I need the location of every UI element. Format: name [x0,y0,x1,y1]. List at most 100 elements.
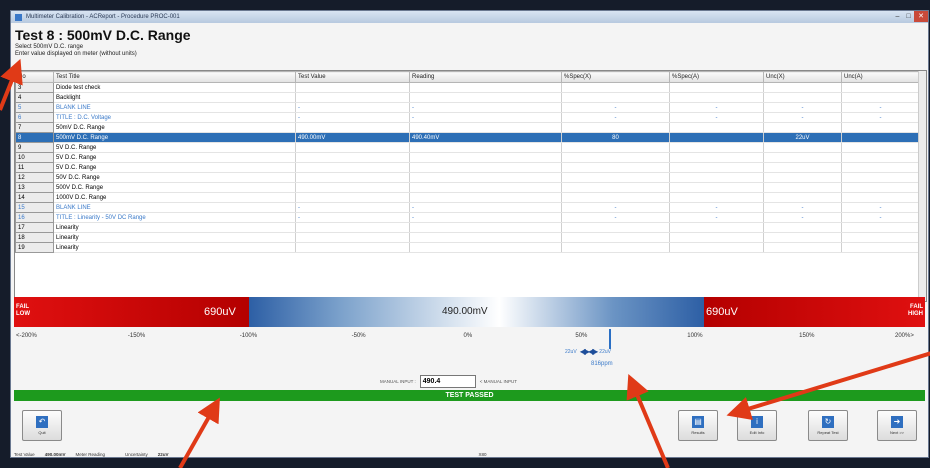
cell-unc-x [763,232,842,243]
results-button[interactable]: ▤ Results [678,410,718,441]
window-title: Multimeter Calibration - ACReport - Proc… [26,14,180,20]
table-row[interactable]: 3 Diode test check [15,82,920,93]
cell-test-title: Linearity [53,232,296,243]
column-header-test-value[interactable]: Test Value [295,71,410,83]
column-header-spec-x[interactable]: %Spec(X) [561,71,670,83]
manual-input-label: MANUAL INPUT : [380,379,416,384]
column-header-test-title[interactable]: Test Title [53,71,296,83]
cell-test-title: 50mV D.C. Range [53,122,296,133]
table-row[interactable]: 13 500V D.C. Range [15,182,920,193]
table-scrollbar[interactable] [918,71,926,301]
cell-spec-x: - [561,112,670,123]
cell-unc-x [763,192,842,203]
cell-test-title: 5V D.C. Range [53,142,296,153]
cell-reading [409,92,562,103]
cell-spec-x [561,192,670,203]
reading-marker [609,329,611,349]
cell-unc-a: - [841,212,920,223]
cell-reading [409,182,562,193]
cell-spec-x [561,232,670,243]
quit-button[interactable]: ↶ Quit [22,410,62,441]
column-header-unc-x[interactable]: Unc(X) [763,71,842,83]
window-controls: – □ ✕ [892,11,928,23]
table-row[interactable]: 17 Linearity [15,222,920,233]
cell-test-title: 1000V D.C. Range [53,192,296,203]
repeat-test-button[interactable]: ↻ Repeat Test [808,410,848,441]
cell-reading: - [409,212,562,223]
cell-no: 5 [15,102,54,113]
cell-test-title: 5V D.C. Range [53,162,296,173]
cell-test-value [295,122,410,133]
next-button[interactable]: ➜ Next >> [877,410,917,441]
cell-unc-x [763,142,842,153]
manual-input-field[interactable]: 490.4 [419,375,476,388]
cell-unc-x [763,152,842,163]
status-test-value-label: Test Value [14,452,35,457]
cell-spec-x [561,162,670,173]
table-header: No Test Title Test Value Reading %Spec(X… [15,71,920,83]
cell-unc-a [841,132,920,143]
cell-spec-a [669,82,764,93]
cell-unc-a [841,172,920,183]
cell-reading [409,142,562,153]
cell-unc-a [841,242,920,253]
cell-spec-a [669,172,764,183]
table-row[interactable]: 5 BLANK LINE - - - - - - [15,102,920,113]
table-row[interactable]: 7 50mV D.C. Range [15,122,920,133]
scale-tick-label: 200%> [895,333,914,339]
table-row[interactable]: 18 Linearity [15,232,920,243]
title-bar[interactable]: Multimeter Calibration - ACReport - Proc… [11,11,928,23]
results-icon: ▤ [692,416,704,428]
cell-test-value: 490.00mV [295,132,410,143]
tolerance-plus: 22uV [599,348,611,355]
edit-info-button[interactable]: i Edit Info [737,410,777,441]
cell-unc-a [841,222,920,233]
cell-reading [409,152,562,163]
center-value: 490.00mV [442,306,488,317]
cell-test-title: 5V D.C. Range [53,152,296,163]
table-row[interactable]: 15 BLANK LINE - - - - - - [15,202,920,213]
cell-test-title: TITLE : Linearity - 50V DC Range [53,212,296,223]
table-row[interactable]: 11 5V D.C. Range [15,162,920,173]
table-row[interactable]: 14 1000V D.C. Range [15,192,920,203]
cell-test-title: BLANK LINE [53,202,296,213]
table-row[interactable]: 9 5V D.C. Range [15,142,920,153]
close-button[interactable]: ✕ [914,11,928,22]
table-row[interactable]: 16 TITLE : Linearity - 50V DC Range - - - - - - [15,212,920,223]
scale-tick-label: <-200% [16,333,37,339]
cell-test-title: BLANK LINE [53,102,296,113]
fail-high-label-line1: FAIL [910,304,923,310]
table-row[interactable]: 10 5V D.C. Range [15,152,920,163]
table-row-selected[interactable]: 8 500mV D.C. Range 490.00mV 490.40mV 80 22uV [15,132,920,143]
cell-test-title: Linearity [53,242,296,253]
table-row[interactable]: 6 TITLE : D.C. Voltage - - - - - - [15,112,920,123]
scale-tick-label: -100% [239,333,258,339]
table-row[interactable]: 4 Backlight [15,92,920,103]
maximize-button[interactable]: □ [903,11,914,22]
cell-test-value [295,182,410,193]
next-button-label: Next >> [889,430,904,435]
arrow-right-icon: ➜ [891,416,903,428]
cell-test-value [295,222,410,233]
test-result-bar: TEST PASSED [14,390,925,401]
table-row[interactable]: 19 Linearity [15,242,920,253]
instruction-line-2: Enter value displayed on meter (without … [15,51,137,57]
high-limit-value: 690uV [706,306,738,318]
tolerance-arrows-icon: ◀▶◀▶ [579,347,599,356]
table-row[interactable]: 12 50V D.C. Range [15,172,920,183]
cell-spec-a [669,122,764,133]
cell-spec-a [669,192,764,203]
column-header-no[interactable]: No [15,71,54,83]
cell-unc-a: - [841,202,920,213]
cell-unc-x: 22uV [763,132,842,143]
column-header-spec-a[interactable]: %Spec(A) [669,71,764,83]
cell-spec-a: - [669,102,764,113]
column-header-unc-a[interactable]: Unc(A) [841,71,920,83]
status-bar: Test Value 490.00mV Meter Reading Uncert… [14,450,925,459]
minimize-button[interactable]: – [892,11,903,22]
cell-spec-a [669,232,764,243]
cell-reading [409,222,562,233]
fail-high-label: FAIL HIGH [908,304,923,318]
fail-low-label-line2: LOW [16,311,30,317]
column-header-reading[interactable]: Reading [409,71,562,83]
